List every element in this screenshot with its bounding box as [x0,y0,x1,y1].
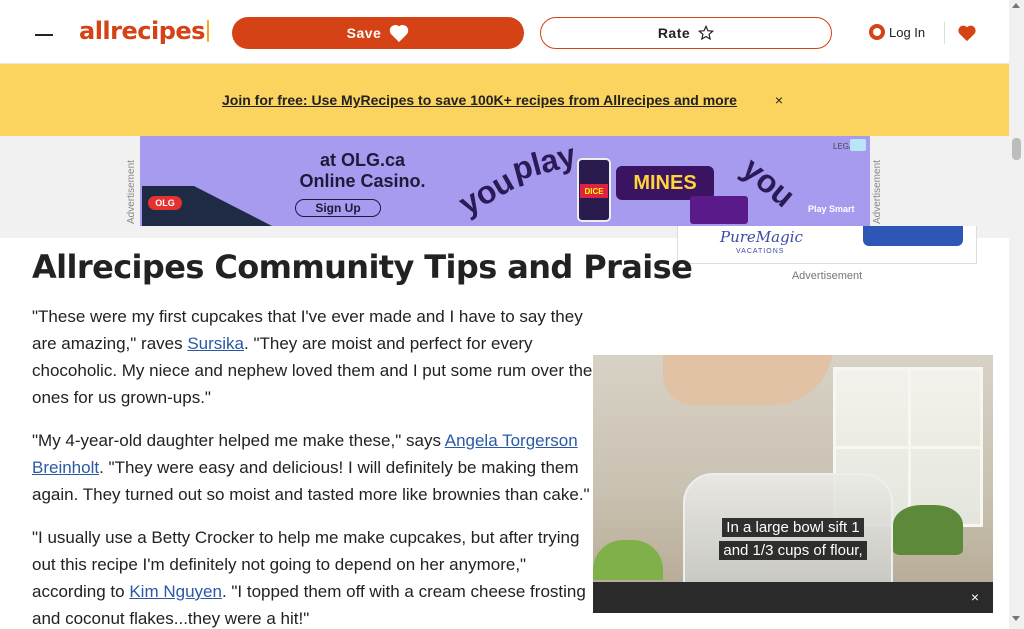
heart-icon [390,25,409,42]
login-button[interactable]: Log In [869,20,933,44]
dice-label: DICE [580,184,608,198]
user-circle-icon [869,24,885,40]
video-player[interactable]: In a large bowl sift 1 and 1/3 cups of f… [593,355,993,613]
ad-signup-button[interactable]: Sign Up [295,199,381,217]
ad-label-left: Advertisement [126,160,137,224]
tip-text: . "They were easy and delicious! I will … [32,458,590,504]
side-ad-cta[interactable] [863,226,963,246]
caption-line: and 1/3 cups of flour, [719,541,867,560]
side-ad-label: Advertisement [791,270,863,282]
save-label: Save [346,25,382,41]
tip-text: "My 4-year-old daughter helped me make t… [32,431,445,450]
allrecipes-logo[interactable]: allrecipes [79,14,209,48]
tip-paragraph: "My 4-year-old daughter helped me make t… [32,427,597,508]
author-link[interactable]: Kim Nguyen [129,582,222,601]
side-ad-sub: VACATIONS [736,248,785,255]
video-caption: In a large bowl sift 1 and 1/3 cups of f… [713,516,873,562]
banner-advertisement[interactable]: OLG at OLG.ca Online Casino. Sign Up you… [140,136,870,226]
scrollbar-thumb[interactable] [1012,138,1021,160]
tip-paragraph: "I usually use a Betty Crocker to help m… [32,524,597,629]
close-icon[interactable]: × [962,585,988,609]
ad-label-right: Advertisement [872,160,883,224]
site-header: allrecipes Save Rate Log In [0,0,1009,64]
ad-headline-line1: at OLG.ca [319,150,406,170]
scroll-down-icon[interactable] [1012,616,1020,621]
olg-logo: OLG [148,196,182,210]
adchoices-icon[interactable] [850,139,866,151]
join-link[interactable]: Join for free: Use MyRecipes to save 100… [222,88,756,112]
ad-phone-image: DICE [577,158,611,222]
save-button[interactable]: Save [232,17,524,49]
scroll-up-icon[interactable] [1012,3,1020,8]
ad-headline: at OLG.ca Online Casino. [290,150,435,192]
signup-banner: Join for free: Use MyRecipes to save 100… [0,64,1009,136]
mines-label: MINES [616,166,714,200]
side-ad-brand: PureMagic [720,228,803,246]
spoon-icon [206,20,209,42]
close-icon[interactable]: × [770,88,788,112]
side-advertisement[interactable]: PureMagic VACATIONS [677,226,977,264]
play-smart-label: Play Smart [808,204,855,214]
hamburger-menu-icon[interactable] [31,17,57,45]
ad-slot-image [690,196,748,224]
section-title: Allrecipes Community Tips and Praise [32,248,693,286]
video-control-bar [593,582,993,613]
caption-line: In a large bowl sift 1 [722,518,864,537]
page-scrollbar[interactable] [1009,0,1024,629]
saved-recipes-button[interactable] [955,20,979,46]
ad-headline-line2: Online Casino. [299,171,426,191]
ad-word-you: you [452,162,520,222]
rate-label: Rate [657,25,691,41]
video-plant-scene [893,505,963,555]
tip-paragraph: "These were my first cupcakes that I've … [32,303,597,411]
rate-button[interactable]: Rate [540,17,832,49]
header-divider [944,22,945,44]
star-outline-icon [698,25,715,41]
login-label: Log In [889,24,926,40]
author-link[interactable]: Sursika [187,334,244,353]
heart-icon [958,25,976,42]
ad-word-play: play [508,136,580,188]
